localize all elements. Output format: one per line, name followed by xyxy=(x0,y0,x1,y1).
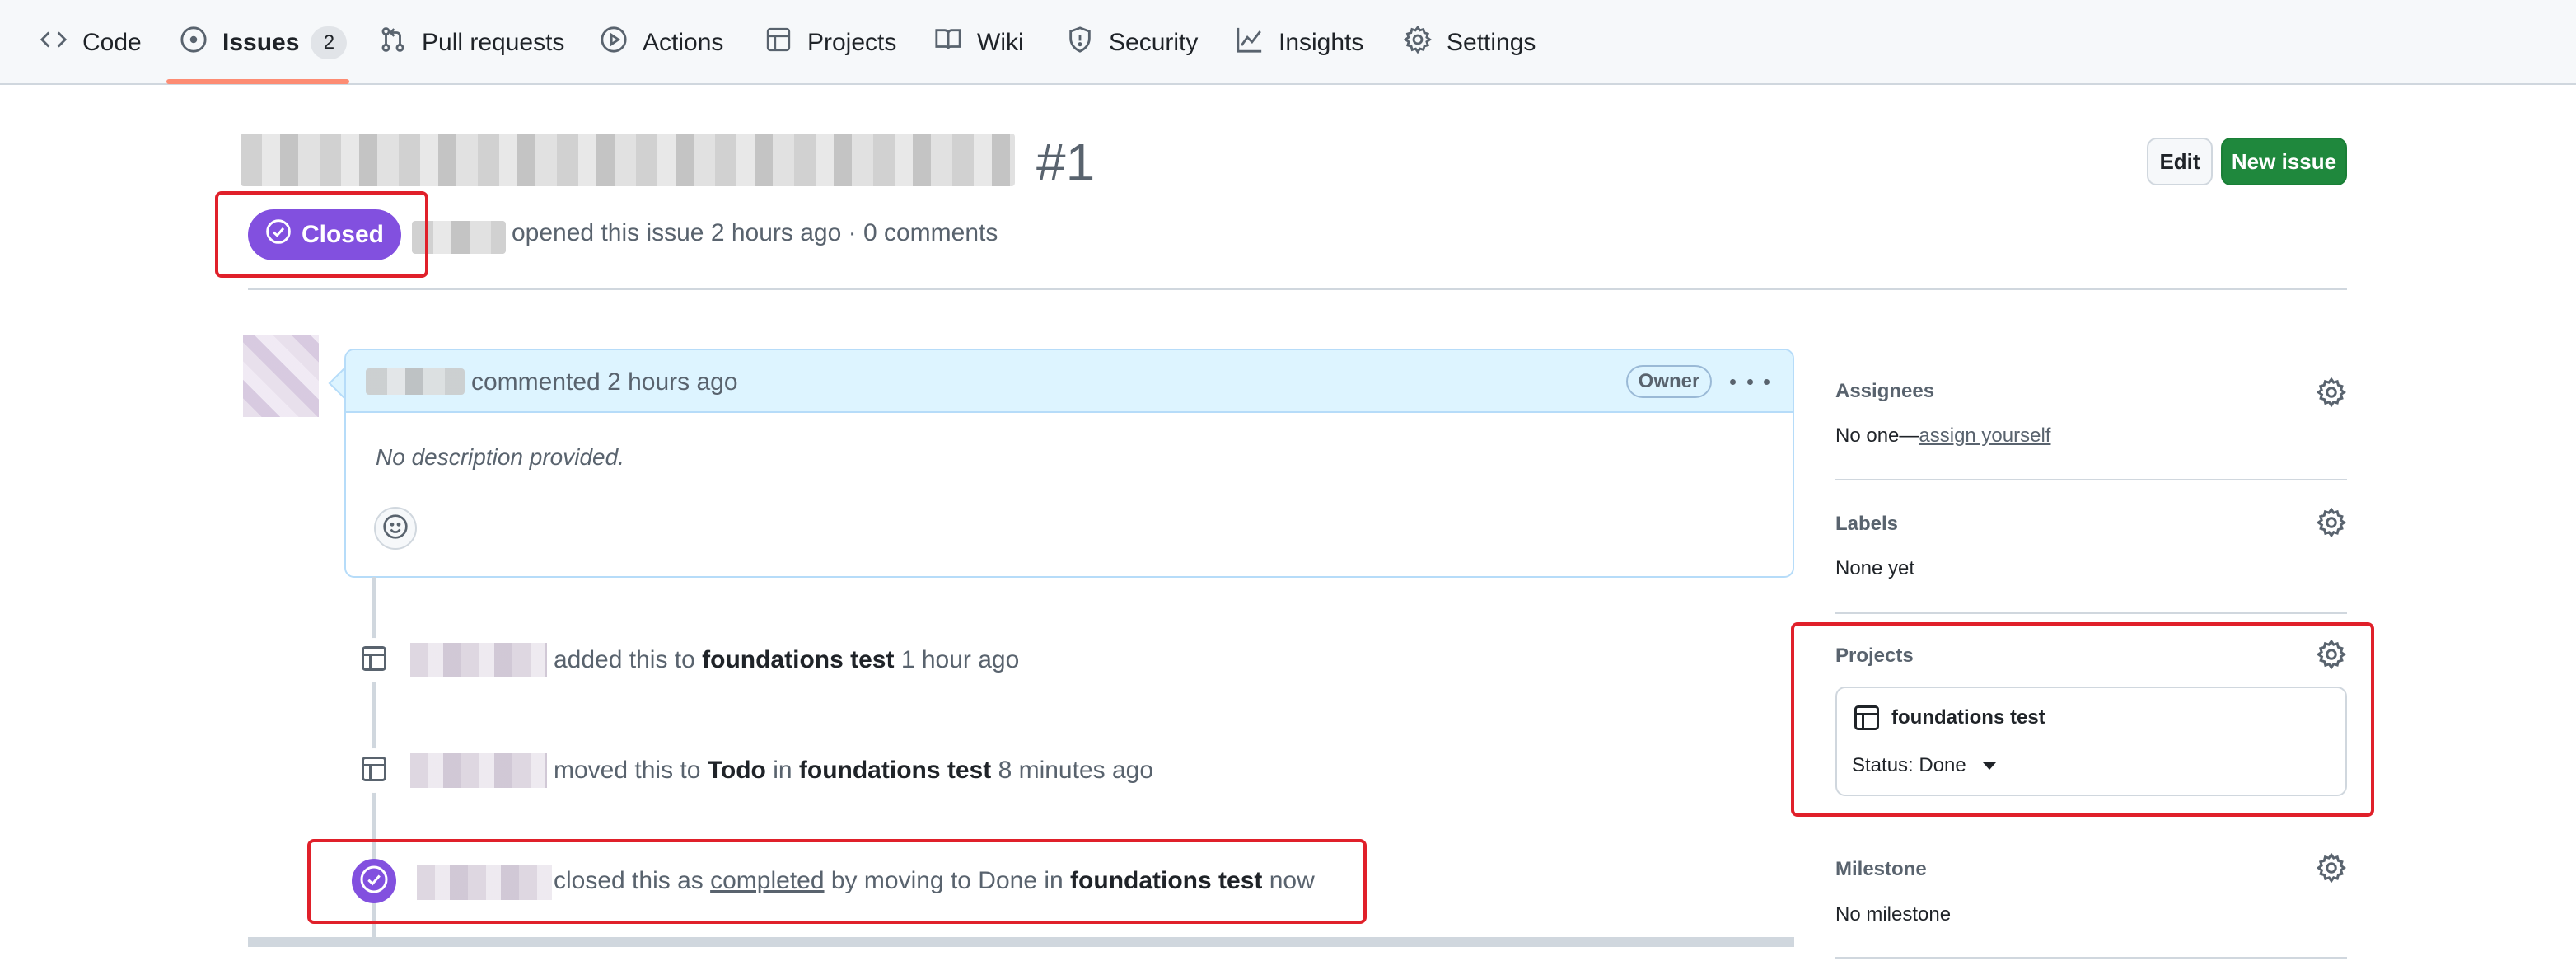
timeline-bottom-bar xyxy=(248,937,1794,947)
owner-badge: Owner xyxy=(1626,365,1712,398)
milestone-value: No milestone xyxy=(1835,903,1952,926)
tab-security[interactable]: Security xyxy=(1066,0,1198,85)
tab-issues[interactable]: Issues 2 xyxy=(180,0,348,85)
gear-icon[interactable] xyxy=(2316,377,2347,408)
comment-header: commented 2 hours ago Owner xyxy=(346,350,1793,413)
tab-insights-label: Insights xyxy=(1279,28,1364,56)
comment-body: No description provided. xyxy=(376,444,624,470)
column-name: Todo xyxy=(707,757,766,784)
highlight-state-box xyxy=(215,191,428,278)
milestone-heading: Milestone xyxy=(1835,858,1927,880)
gear-icon[interactable] xyxy=(2316,852,2347,884)
table-icon xyxy=(764,26,807,60)
add-reaction-button[interactable] xyxy=(374,507,417,550)
tab-security-label: Security xyxy=(1109,28,1199,56)
labels-heading: Labels xyxy=(1835,513,1899,535)
tab-settings-label: Settings xyxy=(1447,28,1536,56)
tab-code-label: Code xyxy=(82,28,142,56)
highlight-projects-box xyxy=(1791,622,2374,817)
timeline-event-moved: moved this to Todo in foundations test 8… xyxy=(554,757,1154,784)
gear-icon xyxy=(1403,25,1447,60)
project-link[interactable]: foundations test xyxy=(799,757,991,784)
tab-issues-label: Issues xyxy=(222,28,300,56)
git-pull-request-icon xyxy=(379,26,422,60)
issue-opened-icon xyxy=(180,26,222,60)
tab-pull-requests-label: Pull requests xyxy=(422,28,565,56)
tab-projects-label: Projects xyxy=(807,28,897,56)
tab-insights[interactable]: Insights xyxy=(1236,0,1363,85)
shield-icon xyxy=(1066,26,1109,60)
highlight-closed-event-box xyxy=(307,839,1367,924)
labels-value: None yet xyxy=(1835,557,1915,579)
gear-icon[interactable] xyxy=(2316,507,2347,538)
redacted-comment-author[interactable] xyxy=(366,368,465,395)
sidebar-divider xyxy=(1835,957,2347,959)
project-link[interactable]: foundations test xyxy=(702,646,894,673)
assign-yourself-link[interactable]: assign yourself xyxy=(1919,424,2050,447)
edit-button[interactable]: Edit xyxy=(2147,138,2213,185)
comment-timestamp[interactable]: commented 2 hours ago xyxy=(471,368,738,396)
tab-actions[interactable]: Actions xyxy=(600,0,723,85)
issue-meta: opened this issue 2 hours ago · 0 commen… xyxy=(512,219,998,246)
avatar[interactable] xyxy=(243,335,319,417)
timeline-event-icon xyxy=(352,748,396,793)
redacted-issue-title xyxy=(241,134,1015,186)
selected-tab-underline xyxy=(166,79,349,84)
graph-icon xyxy=(1236,26,1279,60)
tab-wiki-label: Wiki xyxy=(977,28,1024,56)
redacted-event-actor[interactable] xyxy=(410,753,547,788)
smiley-icon xyxy=(382,513,409,544)
tab-pull-requests[interactable]: Pull requests xyxy=(379,0,564,85)
issue-comment: commented 2 hours ago Owner No descripti… xyxy=(344,349,1794,578)
timeline-event-icon xyxy=(352,638,396,682)
tab-actions-label: Actions xyxy=(643,28,724,56)
assignees-heading: Assignees xyxy=(1835,380,1935,402)
tab-projects[interactable]: Projects xyxy=(764,0,896,85)
redacted-event-actor[interactable] xyxy=(410,643,547,677)
sidebar-divider xyxy=(1835,612,2347,614)
play-icon xyxy=(600,26,643,60)
repo-nav: Code Issues 2 Pull requests Actions Proj… xyxy=(0,0,2576,85)
tab-code[interactable]: Code xyxy=(40,0,142,85)
table-icon xyxy=(359,644,389,677)
book-icon xyxy=(934,26,977,60)
timeline-event-added: added this to foundations test 1 hour ag… xyxy=(554,646,1020,673)
tab-settings[interactable]: Settings xyxy=(1403,0,1536,85)
assignees-value: No one—assign yourself xyxy=(1835,424,2051,447)
issues-counter: 2 xyxy=(311,26,348,59)
new-issue-button[interactable]: New issue xyxy=(2221,138,2347,185)
tab-wiki[interactable]: Wiki xyxy=(934,0,1024,85)
issue-number: #1 xyxy=(1036,133,1096,192)
code-icon xyxy=(40,26,82,60)
header-divider xyxy=(248,288,2347,290)
comment-options-icon[interactable] xyxy=(1730,367,1770,396)
sidebar-divider xyxy=(1835,479,2347,480)
table-icon xyxy=(359,754,389,788)
